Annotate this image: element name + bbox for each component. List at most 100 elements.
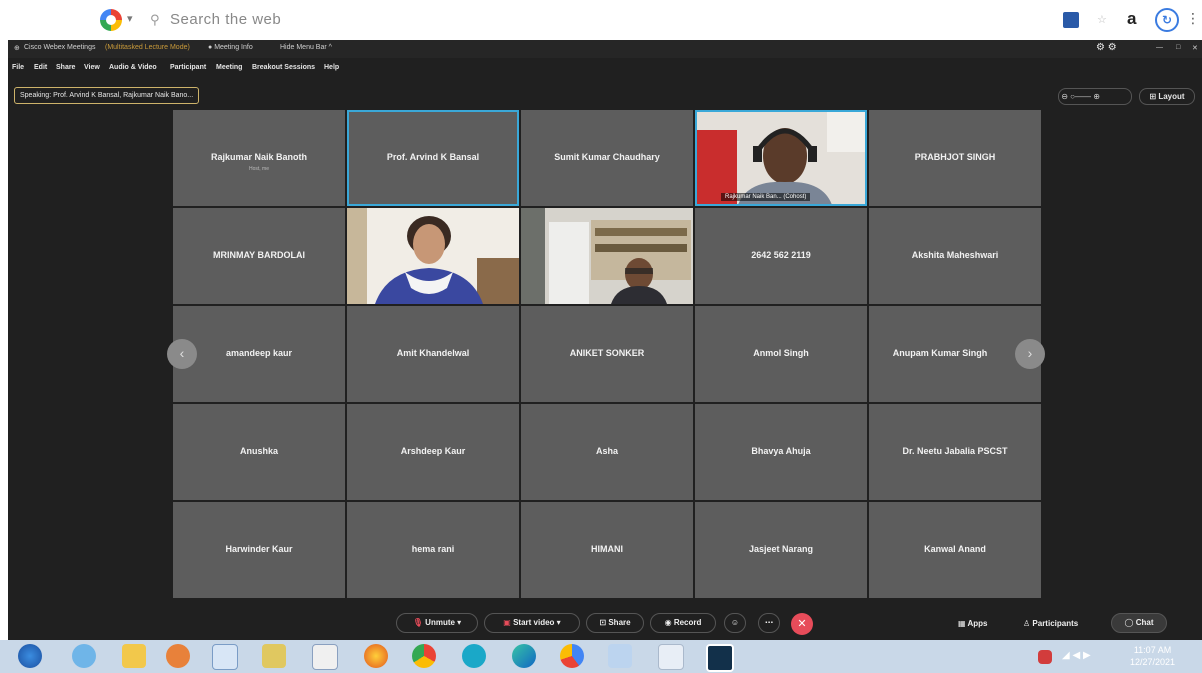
google-logo-icon[interactable] [100,9,122,31]
participant-tile[interactable]: Harwinder Kaur [173,502,345,598]
more-options-button[interactable]: ⋯ [758,613,780,633]
participant-name: Amit Khandelwal [396,348,470,358]
participant-name: Anupam Kumar Singh [892,348,988,358]
settings-icon[interactable]: ⚙ ⚙ [1096,42,1117,53]
share-icon: ⊡ [599,618,607,627]
participant-tile[interactable]: ‹ amandeep kaur [167,306,345,402]
participant-tile[interactable]: Bhavya Ahuja [695,404,867,500]
menu-view[interactable]: View [84,64,100,71]
app-icon-6[interactable] [658,644,684,670]
webex-taskbar-icon[interactable] [706,644,734,672]
menu-meeting[interactable]: Meeting [216,64,242,71]
layout-button[interactable]: ⊞ Layout [1139,88,1195,105]
app-icon-3[interactable] [312,644,338,670]
participant-tile[interactable]: Kanwal Anand [869,502,1041,598]
zoom-slider[interactable]: ⊖ ○—— ⊕ [1058,88,1132,105]
participant-name: Arshdeep Kaur [400,446,466,456]
sync-icon[interactable]: ↻ [1155,8,1179,32]
participant-tile[interactable]: Anmol Singh [695,306,867,402]
participant-name: Akshita Maheshwari [911,250,999,260]
video-tile[interactable] [521,208,693,304]
participant-tile[interactable]: HIMANI [521,502,693,598]
mic-muted-icon: 🎙 [412,618,423,627]
participant-tile[interactable]: Sumit Kumar Chaudhary [521,110,693,206]
participant-tile[interactable]: Rajkumar Naik Banoth Host, me [173,110,345,206]
hide-menu-button[interactable]: Hide Menu Bar ^ [280,44,332,51]
participant-name: MRINMAY BARDOLAI [212,250,305,260]
participant-tile[interactable]: Jasjeet Narang [695,502,867,598]
participant-tile[interactable]: Dr. Neetu Jabalia PSCST [869,404,1041,500]
ie-icon[interactable] [72,644,96,668]
chat-button[interactable]: ◯ Chat [1111,613,1167,633]
folder-icon[interactable] [122,644,146,668]
start-video-button[interactable]: ▣ Start video ▾ [484,613,580,633]
clock-date: 12/27/2021 [1130,657,1176,667]
video-name-label: Rajkumar Naik Ban... (Cohost) [721,193,811,201]
record-icon: ◉ [664,618,672,627]
firefox-icon[interactable] [364,644,388,668]
participant-name: HIMANI [591,544,623,554]
edge-icon[interactable] [512,644,536,668]
participant-tile[interactable]: MRINMAY BARDOLAI [173,208,345,304]
participant-tile[interactable]: hema rani [347,502,519,598]
participant-tile[interactable]: Arshdeep Kaur [347,404,519,500]
star-icon[interactable]: ☆ [1097,13,1107,26]
minimize-icon[interactable]: — [1156,44,1163,51]
close-icon[interactable]: ✕ [1192,44,1198,52]
participant-tile[interactable]: Anupam Kumar Singh › [869,306,1045,402]
menu-file[interactable]: File [12,64,24,71]
participant-name: Dr. Neetu Jabalia PSCST [902,446,1008,456]
start-button-icon[interactable] [18,644,42,668]
maximize-icon[interactable]: □ [1176,44,1180,51]
chrome-icon[interactable] [412,644,436,668]
menu-edit[interactable]: Edit [34,64,47,71]
menu-bar: File Edit Share View Audio & Video Parti… [8,60,1202,76]
search-input[interactable]: Search the web [170,11,281,28]
speaking-indicator: Speaking: Prof. Arvind K Bansal, Rajkuma… [14,87,200,104]
extension-icon[interactable] [1063,12,1079,28]
tray-icon[interactable] [1038,650,1052,664]
search-icon: ⚲ [150,12,160,27]
share-button[interactable]: ⊡ Share [586,613,644,633]
video-tile[interactable] [347,208,519,304]
record-button[interactable]: ◉ Record [650,613,716,633]
media-player-icon[interactable] [166,644,190,668]
meeting-info-button[interactable]: ● Meeting Info [208,44,253,51]
participant-tile[interactable]: 2642 562 2119 [695,208,867,304]
more-menu-icon[interactable]: ⋮ [1186,10,1200,27]
unmute-button[interactable]: 🎙 Unmute ▾ [396,613,478,633]
video-tile[interactable]: Rajkumar Naik Ban... (Cohost) [695,110,867,206]
apps-button[interactable]: ▦ Apps [958,619,987,628]
end-meeting-button[interactable]: ✕ [791,613,813,635]
participant-tile-active[interactable]: Prof. Arvind K Bansal [347,110,519,206]
browser-toolbar: ▾ ⚲ Search the web ☆ a ↻ ⋮ [0,0,1202,40]
participant-tile[interactable]: Anushka [173,404,345,500]
menu-share[interactable]: Share [56,64,75,71]
participant-tile[interactable]: Asha [521,404,693,500]
menu-help[interactable]: Help [324,64,339,71]
app-icon-5[interactable] [608,644,632,668]
menu-participant[interactable]: Participant [170,64,206,71]
next-page-button[interactable]: › [1015,339,1045,369]
menu-audio-video[interactable]: Audio & Video [109,64,157,71]
participant-video [521,208,693,304]
participant-tile[interactable]: PRABHJOT SINGH [869,110,1041,206]
reactions-button[interactable]: ☺ [724,613,746,633]
system-clock[interactable]: 11:07 AM 12/27/2021 [1130,644,1175,668]
chat-icon: ◯ [1124,618,1134,627]
participant-tile[interactable]: Akshita Maheshwari [869,208,1041,304]
participant-tile[interactable]: ANIKET SONKER [521,306,693,402]
participant-tile[interactable]: Amit Khandelwal [347,306,519,402]
participant-name: Kanwal Anand [924,544,986,554]
app-icon-4[interactable] [462,644,486,668]
chrome-canary-icon[interactable] [560,644,584,668]
app-icon-1[interactable] [212,644,238,670]
volume-icon[interactable]: ◢ ◀ ▶ [1062,650,1096,664]
menu-breakout-sessions[interactable]: Breakout Sessions [252,64,315,71]
participant-name: Anmol Singh [753,348,809,358]
profile-button[interactable]: a [1127,9,1136,29]
participant-name: Asha [595,446,618,456]
chevron-down-icon[interactable]: ▾ [127,12,133,25]
app-icon-2[interactable] [262,644,286,668]
participants-button[interactable]: ♙ Participants [1023,619,1078,628]
